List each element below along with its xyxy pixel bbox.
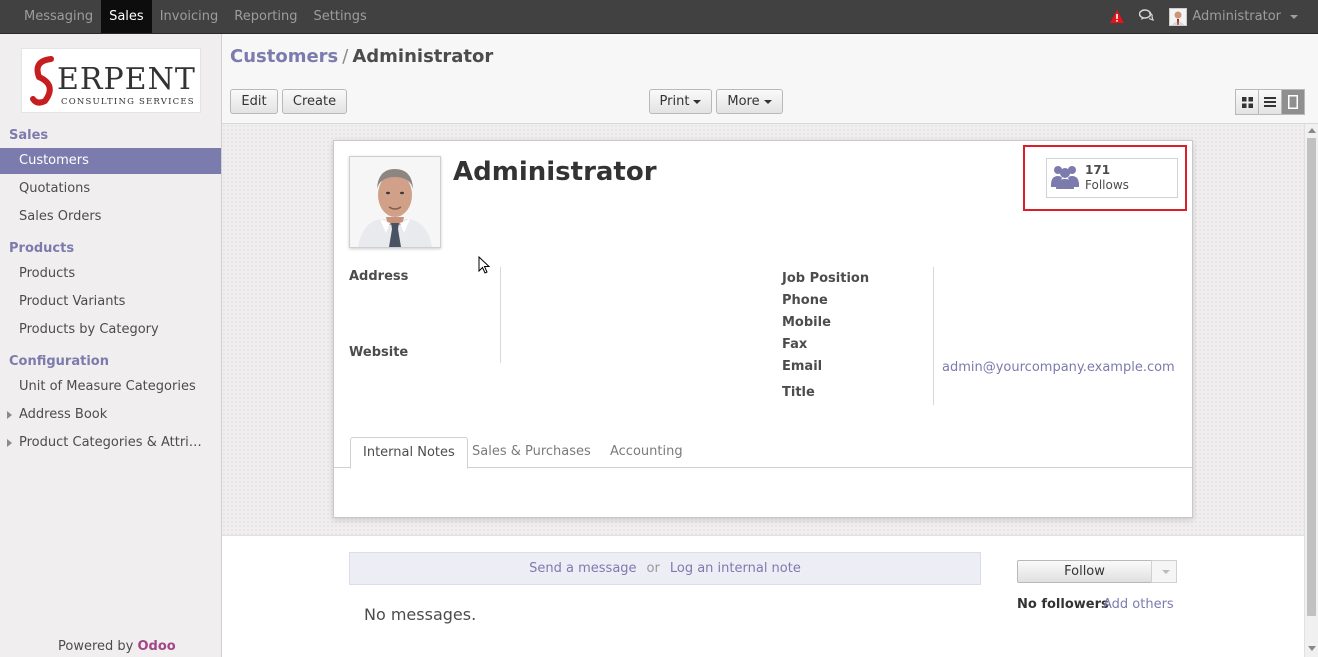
email-link[interactable]: admin@yourcompany.example.com [942, 360, 1175, 375]
logo-main-text: ERPENT [57, 62, 195, 97]
field-divider [933, 267, 934, 405]
menu-messaging[interactable]: Messaging [16, 0, 101, 33]
print-label: Print [659, 94, 690, 109]
title-label: Title [782, 385, 815, 400]
follows-highlight: 171 Follows [1023, 145, 1187, 211]
follow-button[interactable]: Follow [1017, 560, 1152, 583]
follows-label: Follows [1085, 178, 1129, 192]
partner-name: Administrator [453, 157, 657, 187]
sidebar-item-label: Product Categories & Attri… [19, 435, 202, 450]
avatar [1169, 7, 1188, 26]
sidebar-item-product-variants[interactable]: Product Variants [0, 289, 221, 315]
breadcrumb-customers[interactable]: Customers [230, 46, 338, 67]
powered-by: Powered by Odoo [58, 639, 176, 654]
more-label: More [727, 94, 760, 109]
company-logo[interactable]: ERPENT CONSULTING SERVICES [21, 48, 201, 113]
chevron-down-icon [1162, 569, 1170, 574]
sidebar-item-address-book[interactable]: Address Book [0, 402, 221, 428]
expand-arrow-icon [7, 439, 12, 447]
follows-count: 171 [1085, 163, 1111, 177]
add-others-link[interactable]: Add others [1103, 597, 1174, 612]
email-label: Email [782, 359, 823, 374]
breadcrumb: Customers / Administrator [230, 46, 493, 67]
powered-by-text: Powered by [58, 639, 134, 654]
chatter: Send a message or Log an internal note N… [222, 535, 1304, 657]
list-view-icon[interactable] [1258, 89, 1282, 115]
sidebar-item-customers[interactable]: Customers [0, 148, 221, 174]
top-navbar: Messaging Sales Invoicing Reporting Sett… [0, 0, 1318, 34]
tab-internal-notes[interactable]: Internal Notes [350, 437, 468, 469]
sidebar-section-products: Products [9, 241, 75, 256]
no-messages-text: No messages. [364, 605, 477, 624]
followers-dropdown[interactable] [1151, 560, 1177, 583]
mobile-label: Mobile [782, 315, 831, 330]
scrollbar[interactable] [1304, 124, 1318, 657]
log-note-link[interactable]: Log an internal note [670, 561, 801, 576]
view-switcher [1235, 89, 1305, 115]
website-label: Website [349, 345, 409, 360]
tab-sales-purchases[interactable]: Sales & Purchases [460, 437, 603, 469]
sidebar-section-sales: Sales [9, 128, 49, 143]
chevron-down-icon [693, 99, 702, 104]
menu-reporting[interactable]: Reporting [226, 0, 305, 33]
or-text: or [646, 561, 660, 576]
sidebar-item-quotations[interactable]: Quotations [0, 176, 221, 202]
sidebar-item-sales-orders[interactable]: Sales Orders [0, 204, 221, 230]
tab-accounting[interactable]: Accounting [598, 437, 695, 469]
phone-label: Phone [782, 293, 828, 308]
scrollbar-thumb[interactable] [1307, 138, 1316, 616]
partner-photo[interactable] [349, 156, 441, 248]
notebook-tabs: Internal Notes Sales & Purchases Account… [334, 437, 1192, 469]
no-followers-text: No followers [1017, 597, 1109, 612]
logo-sub-text: CONSULTING SERVICES [61, 97, 195, 107]
kanban-view-icon[interactable] [1235, 89, 1259, 115]
form-view-icon[interactable] [1281, 89, 1305, 115]
sidebar-section-configuration: Configuration [9, 354, 109, 369]
address-label: Address [349, 269, 409, 284]
menu-sales[interactable]: Sales [101, 0, 152, 33]
sidebar-item-products[interactable]: Products [0, 261, 221, 287]
scroll-up-icon[interactable] [1308, 128, 1316, 133]
edit-button[interactable]: Edit [230, 89, 278, 114]
user-name: Administrator [1192, 9, 1281, 24]
fax-label: Fax [782, 337, 808, 352]
sidebar: ERPENT CONSULTING SERVICES Sales Custome… [0, 34, 222, 657]
menu-settings[interactable]: Settings [306, 0, 375, 33]
warning-icon[interactable] [1109, 9, 1125, 25]
chevron-down-icon [763, 99, 772, 104]
follows-button[interactable]: 171 Follows [1046, 158, 1178, 198]
sidebar-item-products-by-category[interactable]: Products by Category [0, 317, 221, 343]
menu-invoicing[interactable]: Invoicing [152, 0, 227, 33]
control-panel: Customers / Administrator Edit Create Prin… [222, 34, 1318, 124]
scroll-down-icon[interactable] [1308, 646, 1316, 651]
create-button[interactable]: Create [282, 89, 347, 114]
users-icon [1051, 163, 1079, 193]
breadcrumb-separator: / [342, 46, 349, 67]
app-menu: Messaging Sales Invoicing Reporting Sett… [16, 0, 375, 33]
sidebar-item-uom-categories[interactable]: Unit of Measure Categories [0, 374, 221, 400]
field-divider [500, 267, 501, 363]
sidebar-item-product-categories[interactable]: Product Categories & Attri… [0, 430, 221, 456]
sidebar-item-label: Address Book [19, 407, 108, 422]
job-position-label: Job Position [782, 271, 870, 286]
more-dropdown[interactable]: More [716, 89, 783, 114]
composer-bar: Send a message or Log an internal note [349, 552, 981, 585]
send-message-link[interactable]: Send a message [529, 561, 636, 576]
mouse-cursor-icon [478, 256, 490, 274]
print-dropdown[interactable]: Print [649, 89, 712, 114]
topbar-right: Administrator [1109, 0, 1298, 33]
user-menu[interactable]: Administrator [1169, 7, 1298, 26]
odoo-link[interactable]: Odoo [138, 639, 176, 654]
expand-arrow-icon [7, 411, 12, 419]
chat-icon[interactable] [1139, 8, 1155, 25]
form-sheet: Administrator 171 Follows Address Websit… [333, 140, 1193, 518]
breadcrumb-current: Administrator [352, 46, 494, 67]
chevron-down-icon [1290, 14, 1298, 19]
